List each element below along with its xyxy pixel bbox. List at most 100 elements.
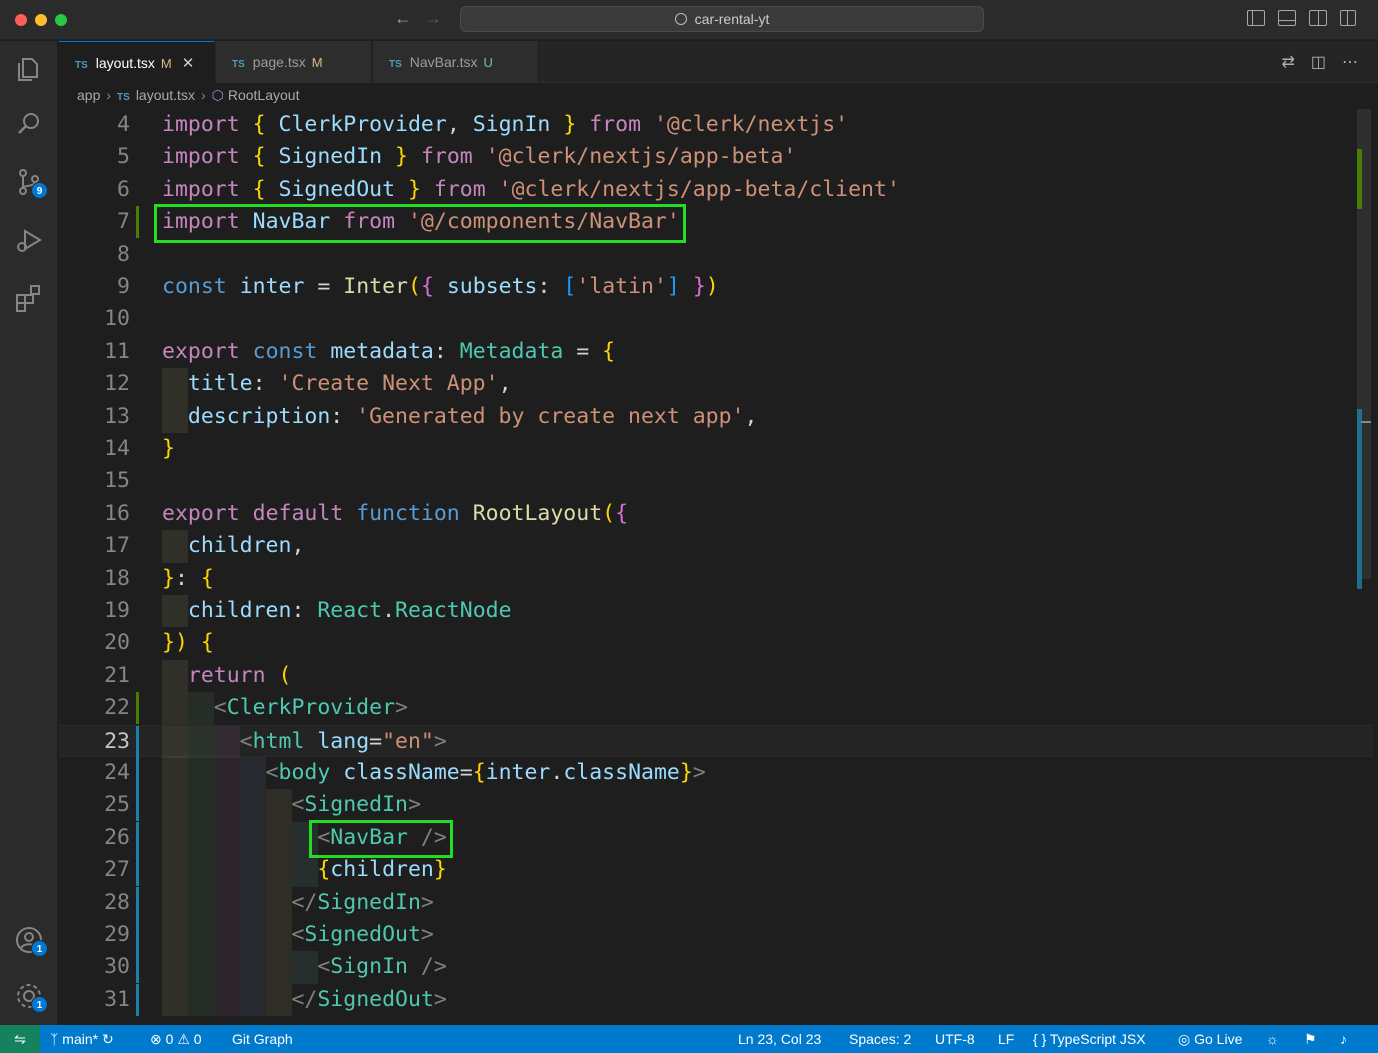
code-text: <SignedIn> <box>291 792 421 818</box>
forward-arrow-icon[interactable]: → <box>424 8 442 29</box>
typescript-icon: TS <box>117 92 130 103</box>
title-bar: ← → car-rental-yt <box>0 0 1378 40</box>
toggle-primary-sidebar-icon[interactable] <box>1247 10 1265 26</box>
git-change-marker[interactable] <box>136 725 139 758</box>
code-line[interactable]: 19 children: React.ReactNode <box>59 595 1373 628</box>
line-number: 26 <box>104 824 130 850</box>
code-line[interactable]: 14} <box>59 433 1373 465</box>
end-of-line[interactable]: LF <box>998 1025 1014 1053</box>
code-line[interactable]: 21 return ( <box>59 659 1373 693</box>
code-line[interactable]: 13 description: 'Generated by create nex… <box>59 400 1373 433</box>
breadcrumb-symbol[interactable]: RootLayout <box>228 87 300 103</box>
breadcrumb-file[interactable]: layout.tsx <box>136 87 195 103</box>
minimize-window-button[interactable] <box>35 14 47 26</box>
line-number: 20 <box>104 630 130 656</box>
code-line[interactable]: 11 export const metadata: Metadata = { <box>59 336 1373 368</box>
code-line[interactable]: 26 <NavBar /> <box>59 821 1373 855</box>
git-change-marker[interactable] <box>136 821 139 854</box>
modified-indicator: M <box>160 56 172 71</box>
editor-scrollbar[interactable] <box>1357 109 1371 1025</box>
git-change-marker[interactable] <box>136 757 139 789</box>
line-number: 22 <box>104 695 130 721</box>
toggle-secondary-sidebar-icon[interactable] <box>1309 10 1327 26</box>
line-number: 11 <box>104 338 130 364</box>
git-change-marker[interactable] <box>136 951 139 984</box>
git-change-marker[interactable] <box>136 206 139 239</box>
git-change-marker[interactable] <box>136 789 139 822</box>
encoding[interactable]: UTF-8 <box>935 1025 975 1053</box>
error-icon: ⊗ <box>150 1031 166 1047</box>
git-change-marker[interactable] <box>136 692 139 725</box>
code-line[interactable]: 22 <ClerkProvider> <box>59 692 1373 725</box>
explorer-icon[interactable] <box>14 53 44 83</box>
code-text: <body className={inter.className}> <box>265 760 706 785</box>
code-line[interactable]: 29 <SignedOut> <box>59 919 1373 952</box>
feedback-icon[interactable]: ⚑ <box>1304 1025 1317 1053</box>
code-line[interactable]: 16 export default function RootLayout({ <box>59 498 1373 530</box>
accounts-icon[interactable]: 1 <box>14 925 48 957</box>
git-change-marker[interactable] <box>136 854 139 887</box>
code-line[interactable]: 18}: { <box>59 563 1373 595</box>
window-title: car-rental-yt <box>694 11 770 27</box>
code-line[interactable]: 30 <SignIn /> <box>59 951 1373 984</box>
settings-gear-icon[interactable]: 1 <box>14 981 48 1013</box>
code-line[interactable]: 28 </SignedIn> <box>59 886 1373 919</box>
customize-layout-icon[interactable] <box>1340 10 1356 26</box>
code-line[interactable]: 23 <html lang="en"> <box>59 724 1373 758</box>
code-line[interactable]: 27 {children} <box>59 854 1373 887</box>
problems-indicator[interactable]: ⊗ 0 ⚠ 0 <box>150 1025 202 1053</box>
go-live-button[interactable]: ◎ Go Live <box>1178 1025 1242 1053</box>
language-mode[interactable]: { } TypeScript JSX <box>1033 1025 1146 1053</box>
command-center-search[interactable]: car-rental-yt <box>460 6 984 32</box>
notifications-bell-icon[interactable]: ♪ <box>1340 1025 1347 1053</box>
code-line[interactable]: 9 const inter = Inter({ subsets: ['latin'… <box>59 271 1373 303</box>
git-change-marker[interactable] <box>136 983 139 1016</box>
code-line[interactable]: 25 <SignedIn> <box>59 789 1373 822</box>
code-text: </SignedIn> <box>291 889 434 915</box>
code-line[interactable]: 17 children, <box>59 530 1373 563</box>
source-control-icon[interactable]: 9 <box>14 167 48 199</box>
code-line[interactable]: 31 </SignedOut> <box>59 983 1373 1017</box>
code-line[interactable]: 10 <box>59 303 1373 335</box>
breadcrumb-folder[interactable]: app <box>77 87 100 103</box>
branch-indicator[interactable]: ᛉ main* ↻ <box>50 1025 114 1053</box>
close-icon[interactable]: ✕ <box>182 55 195 72</box>
open-changes-icon[interactable]: ⇄ <box>1281 54 1294 71</box>
line-number: 13 <box>104 403 130 429</box>
extensions-icon[interactable] <box>14 283 44 313</box>
code-editor[interactable]: 4 import { ClerkProvider, SignIn } from '… <box>59 109 1373 1025</box>
git-change-marker[interactable] <box>136 886 139 919</box>
code-line[interactable]: 24 <body className={inter.className}> <box>59 757 1373 790</box>
code-line[interactable]: 20 }) { <box>59 627 1373 659</box>
code-line[interactable]: 12 title: 'Create Next App', <box>59 368 1373 401</box>
more-actions-icon[interactable]: ⋯ <box>1342 54 1358 71</box>
copilot-icon[interactable]: ☼ <box>1266 1025 1279 1053</box>
back-arrow-icon[interactable]: ← <box>394 8 412 29</box>
git-change-marker[interactable] <box>136 919 139 951</box>
code-line[interactable]: 8 <box>59 239 1373 271</box>
code-line[interactable]: 5 import { SignedIn } from '@clerk/nextjs… <box>59 141 1373 173</box>
code-line[interactable]: 4 import { ClerkProvider, SignIn } from '… <box>59 109 1373 141</box>
close-window-button[interactable] <box>15 14 27 26</box>
search-icon[interactable] <box>14 109 44 139</box>
indentation[interactable]: Spaces: 2 <box>849 1025 911 1053</box>
tab-page-tsx[interactable]: TS page.tsx M <box>216 41 372 83</box>
remote-indicator-icon[interactable]: ⇋ <box>0 1025 40 1053</box>
tab-navbar-tsx[interactable]: TS NavBar.tsx U <box>373 41 539 83</box>
highlight-box <box>309 819 453 859</box>
split-editor-icon[interactable]: ◫ <box>1311 54 1326 71</box>
code-line[interactable]: 15 <box>59 465 1373 497</box>
sync-icon[interactable]: ↻ <box>102 1031 114 1047</box>
code-text: description: 'Generated by create next a… <box>187 403 758 429</box>
code-line[interactable]: 6 import { SignedOut } from '@clerk/nextj… <box>59 174 1373 206</box>
typescript-icon: TS <box>232 59 245 70</box>
toggle-panel-icon[interactable] <box>1278 10 1296 26</box>
git-graph-button[interactable]: Git Graph <box>232 1025 293 1053</box>
cursor-position[interactable]: Ln 23, Col 23 <box>738 1025 821 1053</box>
code-text: <SignedOut> <box>291 922 434 947</box>
tab-layout-tsx[interactable]: TS layout.tsx M ✕ <box>59 41 215 83</box>
line-number: 17 <box>104 533 130 559</box>
maximize-window-button[interactable] <box>55 14 67 26</box>
code-text: }) { <box>162 630 214 656</box>
run-debug-icon[interactable] <box>14 225 44 255</box>
